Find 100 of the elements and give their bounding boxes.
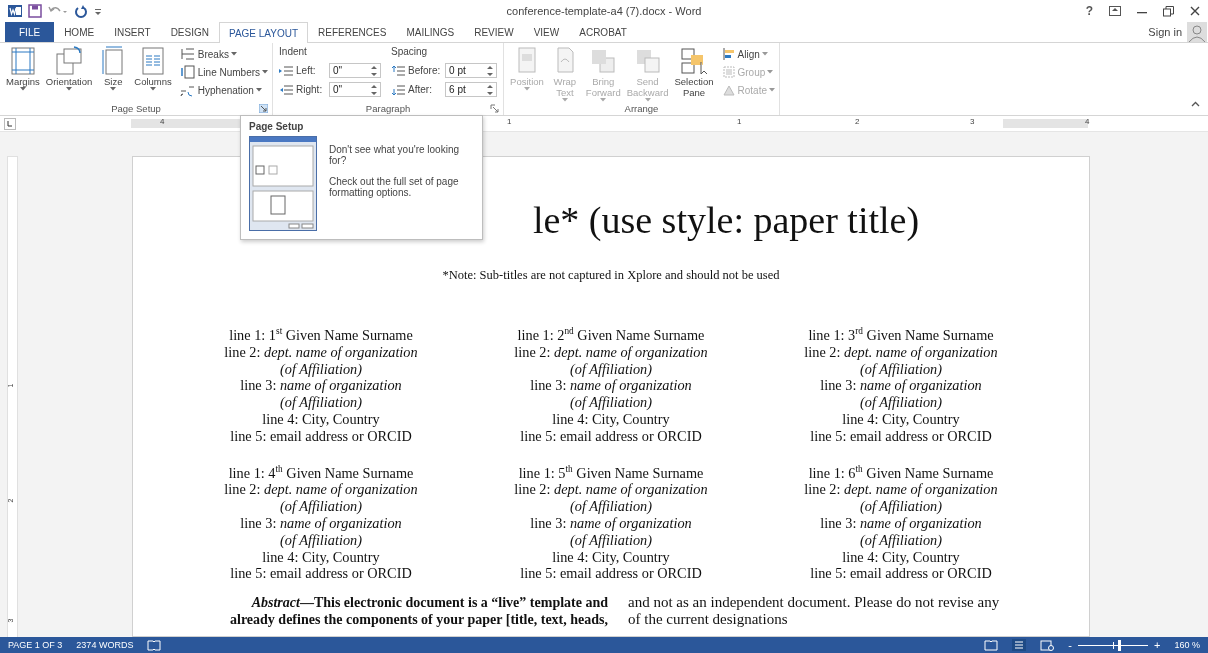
word-count[interactable]: 2374 WORDS bbox=[76, 640, 134, 650]
ribbon-tab[interactable]: ACROBAT bbox=[569, 22, 637, 42]
redo-icon[interactable] bbox=[74, 4, 88, 18]
author-line: line 5: email address or ORCID bbox=[520, 427, 702, 445]
caret-icon bbox=[66, 87, 73, 91]
ribbon-tab[interactable]: REFERENCES bbox=[308, 22, 397, 42]
author-line: line 2: dept. name of organization bbox=[224, 343, 418, 361]
ribbon-button[interactable]: Columns bbox=[132, 46, 174, 102]
author-line: (of Affiliation) bbox=[280, 394, 362, 411]
zoom-slider[interactable] bbox=[1078, 639, 1149, 651]
zoom-level[interactable]: 160 % bbox=[1174, 640, 1200, 650]
author-line: line 4: City, Country bbox=[842, 548, 960, 566]
group-label: Arrange bbox=[624, 103, 659, 114]
author-line: line 3: name of organization bbox=[530, 514, 692, 532]
spinner-arrows-icon[interactable] bbox=[371, 83, 378, 96]
spin-field[interactable]: 0 pt bbox=[445, 63, 498, 78]
author-line: line 1: 6$^{th}$ Given Name Surname bbox=[808, 464, 994, 482]
abstract-text: already defines the components of your paper [title, text, heads, bbox=[230, 611, 608, 629]
print-layout-icon[interactable] bbox=[1012, 639, 1027, 651]
author-line: line 5: email address or ORCID bbox=[810, 427, 992, 445]
read-mode-icon[interactable] bbox=[984, 639, 999, 651]
ribbon-tab[interactable]: DESIGN bbox=[160, 22, 219, 42]
ribbon-tab[interactable]: HOME bbox=[54, 22, 105, 42]
ruler-number: 1 bbox=[507, 117, 512, 126]
dialog-launcher-icon[interactable] bbox=[490, 104, 500, 113]
spacing-label: Spacing bbox=[391, 46, 429, 59]
ribbon-tab[interactable]: PAGE LAYOUT bbox=[218, 22, 309, 43]
restore-icon[interactable] bbox=[1163, 5, 1174, 17]
ribbon-tab[interactable]: INSERT bbox=[104, 22, 161, 42]
author-line: (of Affiliation) bbox=[280, 531, 362, 549]
author-line: (of Affiliation) bbox=[860, 531, 942, 549]
author-line: line 5: email address or ORCID bbox=[810, 565, 992, 583]
author-line: line 5: email address or ORCID bbox=[520, 565, 702, 583]
tooltip-text: Don't see what you're looking for? bbox=[329, 144, 460, 166]
ribbon-tab[interactable]: FILE bbox=[5, 22, 55, 42]
author-line: line 1: 5$^{th}$ Given Name Surname bbox=[518, 464, 704, 482]
caret-icon bbox=[19, 87, 26, 91]
ruler-number: 4 bbox=[1085, 117, 1090, 126]
spinner-arrows-icon[interactable] bbox=[371, 64, 378, 77]
spin-field[interactable]: 0" bbox=[329, 63, 382, 78]
caret-icon bbox=[767, 70, 774, 74]
author-line: line 2: dept. name of organization bbox=[804, 481, 998, 499]
proofing-icon[interactable] bbox=[147, 639, 162, 651]
ribbon-button[interactable]: Size bbox=[96, 46, 131, 102]
ruler-number: 1 bbox=[737, 117, 742, 126]
ribbon-button[interactable]: Align bbox=[721, 46, 775, 62]
author-line: (of Affiliation) bbox=[570, 498, 652, 515]
field-label: Left: bbox=[296, 65, 317, 76]
caret-icon bbox=[230, 52, 237, 56]
author-line: line 4: City, Country bbox=[552, 411, 670, 428]
caret-icon bbox=[110, 87, 117, 91]
ribbon-tab[interactable]: VIEW bbox=[523, 22, 570, 42]
web-layout-icon[interactable] bbox=[1040, 639, 1055, 651]
field-label: After: bbox=[408, 84, 433, 95]
sign-in-link[interactable]: Sign in bbox=[1148, 26, 1182, 38]
caret-icon bbox=[769, 88, 775, 92]
customize-icon[interactable] bbox=[94, 6, 102, 16]
zoom-in-button[interactable]: + bbox=[1154, 639, 1161, 651]
ribbon-tab[interactable]: REVIEW bbox=[464, 22, 524, 42]
caret-icon bbox=[150, 87, 157, 91]
avatar-icon[interactable] bbox=[1187, 22, 1207, 42]
spacing-icon bbox=[391, 83, 406, 96]
page-count[interactable]: PAGE 1 OF 3 bbox=[8, 640, 63, 650]
spin-field[interactable]: 0" bbox=[329, 82, 382, 97]
author-line: (of Affiliation) bbox=[860, 394, 942, 411]
ribbon-button[interactable]: Hyphenation bbox=[179, 82, 269, 98]
help-button[interactable]: ? bbox=[1085, 4, 1093, 18]
ribbon-button[interactable]: Breaks bbox=[179, 46, 269, 62]
close-icon[interactable] bbox=[1190, 6, 1200, 16]
field-label: Right: bbox=[296, 84, 324, 95]
save-icon[interactable] bbox=[28, 4, 42, 18]
ruler-number: 4 bbox=[160, 117, 165, 126]
tooltip-title: Page Setup bbox=[249, 121, 305, 132]
note-text: *Note: Sub-titles are not captured in Xplore and should not be used bbox=[442, 267, 780, 283]
author-line: (of Affiliation) bbox=[860, 498, 942, 515]
author-line: line 1: 4$^{th}$ Given Name Surname bbox=[228, 464, 414, 482]
spinner-arrows-icon[interactable] bbox=[487, 64, 494, 77]
indent-icon bbox=[279, 84, 294, 95]
ribbon-button[interactable]: Line Numbers bbox=[179, 64, 269, 80]
author-line: line 5: email address or ORCID bbox=[230, 427, 412, 445]
tooltip-text: Check out the full set of page formatting options. bbox=[329, 176, 460, 198]
spin-field[interactable]: 6 pt bbox=[445, 82, 498, 97]
collapse-ribbon-icon[interactable] bbox=[1191, 101, 1200, 107]
body-text: of the current designations bbox=[628, 611, 789, 629]
ribbon-tab[interactable]: MAILINGS bbox=[396, 22, 465, 42]
author-line: line 3: name of organization bbox=[820, 377, 982, 395]
zoom-out-button[interactable]: - bbox=[1068, 639, 1073, 651]
ribbon-display-icon[interactable] bbox=[1109, 6, 1121, 16]
tab-selector-icon[interactable] bbox=[4, 117, 16, 130]
zoom-slider-thumb[interactable] bbox=[1118, 639, 1122, 651]
caret-icon bbox=[255, 88, 262, 92]
spinner-arrows-icon[interactable] bbox=[487, 83, 494, 96]
ribbon-button[interactable]: Selection Pane bbox=[672, 46, 716, 102]
author-line: line 1: 2$^{nd}$ Given Name Surname bbox=[517, 327, 705, 344]
author-line: line 3: name of organization bbox=[820, 514, 982, 532]
author-line: line 5: email address or ORCID bbox=[230, 565, 412, 583]
ribbon-button[interactable]: Orientation bbox=[43, 46, 95, 102]
dialog-launcher-icon[interactable] bbox=[259, 104, 269, 113]
author-line: line 4: City, Country bbox=[842, 411, 960, 428]
ribbon-button[interactable]: Margins bbox=[4, 46, 42, 102]
